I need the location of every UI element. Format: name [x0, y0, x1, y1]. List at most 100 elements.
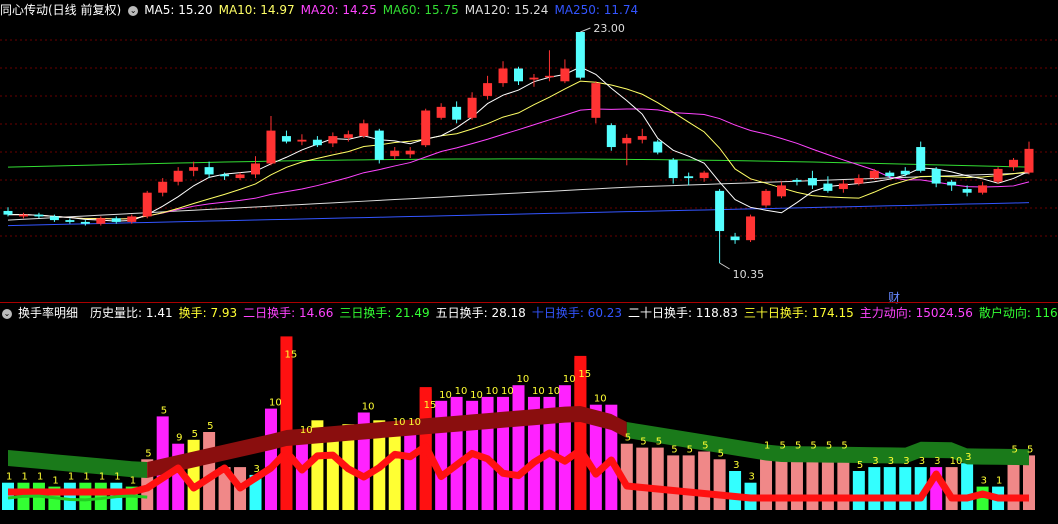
turnover-bar[interactable] [636, 447, 649, 510]
turnover-value-label: 10 [300, 425, 313, 436]
candlestick[interactable] [189, 161, 199, 177]
turnover-bar[interactable] [729, 471, 742, 510]
turnover-bar[interactable] [63, 482, 76, 510]
candlestick[interactable] [916, 141, 926, 173]
candlestick[interactable] [359, 119, 369, 138]
indicator-legend-item: 换手: 7.93 [178, 306, 238, 320]
turnover-bar[interactable] [713, 459, 726, 510]
turnover-value-label: 15 [424, 400, 437, 411]
candle-body [297, 139, 307, 142]
indicator-legend-item: 二日换手: 14.66 [243, 306, 334, 320]
candlestick[interactable] [730, 232, 740, 244]
candlestick[interactable] [606, 123, 616, 151]
candlestick[interactable] [343, 130, 353, 142]
candlestick[interactable] [931, 167, 941, 188]
turnover-bar[interactable] [868, 467, 881, 510]
turnover-bar[interactable] [667, 455, 680, 510]
candle-body [761, 190, 771, 206]
candlestick[interactable] [142, 190, 152, 219]
candlestick[interactable] [885, 170, 895, 179]
chevron-down-icon[interactable]: ⌄ [2, 308, 12, 319]
candlestick[interactable] [65, 218, 75, 224]
candlestick[interactable] [80, 220, 90, 226]
chevron-down-icon[interactable]: ⌄ [128, 5, 139, 16]
candlestick[interactable] [544, 50, 554, 82]
turnover-bar[interactable] [79, 482, 92, 510]
turnover-bar[interactable] [883, 467, 896, 510]
ma-legend-item: MA5: 15.20 [144, 3, 213, 17]
turnover-chart[interactable]: 1 1 1 1 1 1 1 1 1559 5531015101010 101510 10 10 10 101… [0, 322, 1058, 522]
candlestick[interactable] [421, 108, 431, 148]
turnover-bar[interactable] [94, 482, 107, 510]
peak-turnover-bar [280, 336, 293, 510]
stock-title[interactable]: 同心传动(日线 前复权) [0, 3, 121, 17]
turnover-value-label: 1 [996, 476, 1002, 487]
candlestick[interactable] [452, 101, 462, 124]
turnover-bar[interactable] [899, 467, 912, 510]
turnover-value-label: 10 [470, 390, 483, 401]
price-chart[interactable]: 23.0010.35财 [0, 18, 1058, 308]
candle-body [127, 216, 137, 222]
candlestick[interactable] [622, 134, 632, 166]
turnover-value-label: 5 [161, 405, 167, 416]
candlestick[interactable] [18, 212, 28, 219]
candlestick[interactable] [838, 179, 848, 193]
candle-body [931, 168, 941, 184]
candlestick[interactable] [978, 181, 988, 195]
candlestick[interactable] [575, 32, 585, 80]
candlestick[interactable] [746, 214, 756, 242]
candlestick[interactable] [591, 81, 601, 124]
turnover-bar[interactable] [388, 428, 401, 510]
candlestick[interactable] [297, 134, 307, 146]
turnover-value-label: 5 [718, 448, 724, 459]
turnover-value-label: 1 [114, 472, 120, 483]
candlestick[interactable] [761, 189, 771, 208]
candlestick[interactable] [715, 189, 725, 263]
candlestick[interactable] [1024, 141, 1034, 175]
candlestick[interactable] [993, 167, 1003, 184]
turnover-bar[interactable] [203, 432, 216, 510]
candlestick[interactable] [251, 156, 261, 179]
turnover-bar[interactable] [682, 455, 695, 510]
turnover-bar[interactable] [187, 439, 200, 510]
candlestick[interactable] [560, 59, 570, 84]
candlestick[interactable] [807, 170, 817, 190]
turnover-bar[interactable] [698, 451, 711, 511]
high-pointer [580, 27, 591, 33]
candlestick[interactable] [498, 61, 508, 87]
candlestick[interactable] [436, 103, 446, 120]
candlestick[interactable] [653, 139, 663, 155]
turnover-bar[interactable] [651, 447, 664, 510]
candlestick[interactable] [266, 116, 276, 166]
candlestick[interactable] [900, 167, 910, 177]
candle-body [220, 174, 230, 177]
turnover-value-label: 5 [671, 444, 677, 455]
candlestick[interactable] [235, 172, 245, 180]
turnover-bar[interactable] [558, 385, 571, 510]
turnover-bar[interactable] [512, 385, 525, 510]
candlestick[interactable] [776, 181, 786, 199]
turnover-bar[interactable] [961, 463, 974, 510]
candlestick[interactable] [684, 172, 694, 186]
candlestick[interactable] [374, 128, 384, 164]
candlestick[interactable] [637, 128, 647, 144]
turnover-bar[interactable] [404, 428, 417, 510]
turnover-bar[interactable] [852, 471, 865, 510]
turnover-bar[interactable] [450, 396, 463, 510]
candlestick[interactable] [281, 130, 291, 144]
candlestick[interactable] [405, 147, 415, 158]
candlestick[interactable] [1009, 158, 1019, 171]
candlestick[interactable] [34, 212, 44, 219]
candlestick[interactable] [96, 216, 106, 226]
indicator-title[interactable]: 换手率明细 [18, 306, 78, 320]
candlestick[interactable] [947, 179, 957, 191]
candlestick[interactable] [328, 132, 338, 148]
candle-body [637, 136, 647, 140]
candlestick[interactable] [514, 66, 523, 85]
candlestick[interactable] [158, 178, 168, 197]
candlestick[interactable] [173, 167, 183, 186]
candlestick[interactable] [823, 176, 833, 193]
turnover-value-label: 5 [826, 441, 832, 452]
candlestick[interactable] [390, 147, 400, 160]
candlestick[interactable] [204, 161, 214, 179]
